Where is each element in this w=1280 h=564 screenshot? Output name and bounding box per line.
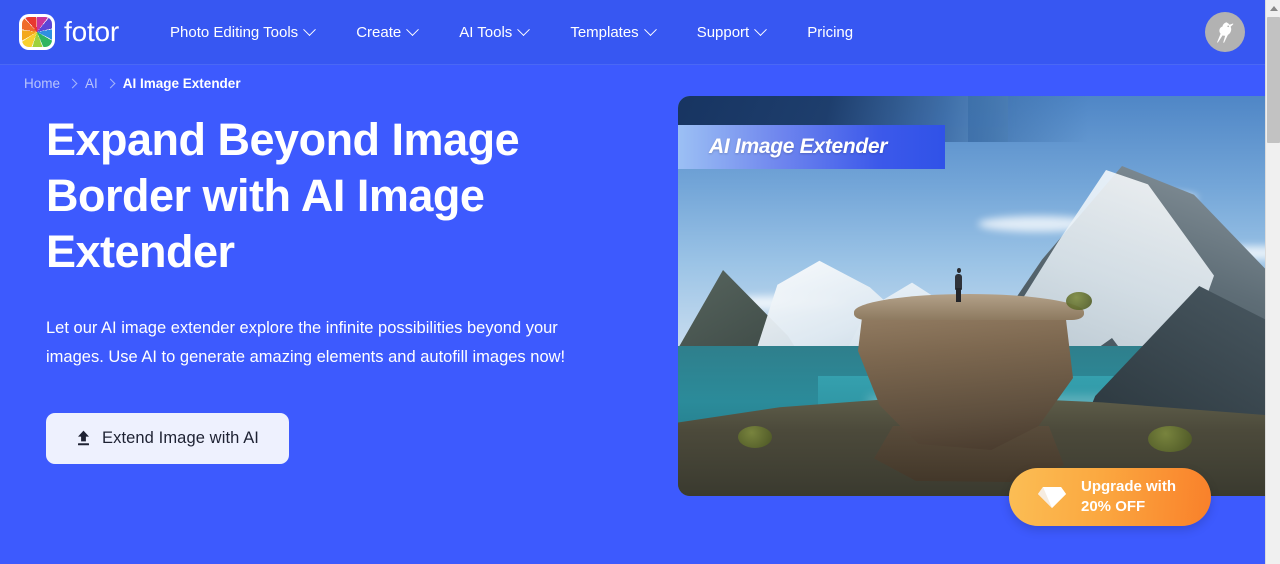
chevron-down-icon	[754, 22, 768, 36]
nav-item-ai-tools[interactable]: AI Tools	[438, 16, 549, 49]
page-title: Expand Beyond Image Border with AI Image…	[46, 114, 520, 277]
nav-item-label: Templates	[570, 23, 639, 41]
diamond-gem-icon	[1038, 487, 1066, 508]
nav-item-support[interactable]: Support	[676, 16, 787, 49]
scrollbar-thumb[interactable]	[1267, 17, 1280, 143]
cta-label: Extend Image with AI	[101, 429, 259, 447]
chevron-down-icon	[517, 22, 531, 36]
chevron-down-icon	[303, 22, 317, 36]
page-canvas: fotor Photo Editing Tools Create AI Tool…	[0, 0, 1265, 564]
top-navigation-bar: fotor Photo Editing Tools Create AI Tool…	[0, 0, 1265, 65]
breadcrumb-item-current: AI Image Extender	[122, 76, 241, 91]
fotor-color-wheel-logo-icon	[19, 14, 55, 50]
hero-subtitle: Let our AI image extender explore the in…	[46, 319, 566, 366]
fotor-logo-link[interactable]: fotor	[19, 14, 119, 50]
breadcrumb-item-ai[interactable]: AI	[85, 76, 98, 91]
breadcrumb-item-home[interactable]: Home	[24, 76, 60, 91]
person-silhouette	[954, 268, 963, 302]
chevron-right-icon	[105, 78, 116, 89]
chevron-right-icon	[67, 78, 78, 89]
nav-item-templates[interactable]: Templates	[549, 16, 675, 49]
nav-item-label: Create	[356, 23, 402, 41]
nav-item-pricing[interactable]: Pricing	[786, 16, 874, 49]
bush-shape	[1148, 426, 1192, 452]
nav-item-label: Pricing	[807, 23, 854, 41]
bush-shape	[738, 426, 772, 448]
hero-image-badge-label: AI Image Extender	[709, 135, 888, 158]
bush-shape	[1066, 292, 1092, 310]
breadcrumb: Home AI AI Image Extender	[24, 76, 241, 91]
nav-item-photo-editing-tools[interactable]: Photo Editing Tools	[149, 16, 335, 49]
nav-item-create[interactable]: Create	[335, 16, 438, 49]
avatar[interactable]	[1205, 12, 1245, 52]
upgrade-promo-button[interactable]: Upgrade with 20% OFF	[1009, 468, 1211, 526]
upgrade-line-2: 20% OFF	[1081, 498, 1146, 515]
vertical-scrollbar[interactable]	[1265, 0, 1280, 564]
bird-avatar-icon	[1217, 22, 1234, 43]
hero-image-badge: AI Image Extender	[678, 125, 945, 169]
nav-menu: Photo Editing Tools Create AI Tools Temp…	[149, 16, 874, 49]
chevron-down-icon	[643, 22, 657, 36]
brand-name: fotor	[64, 16, 120, 47]
hero-image: AI Image Extender	[678, 96, 1265, 496]
upgrade-line-1: Upgrade with	[1081, 478, 1177, 495]
nav-item-label: Support	[696, 23, 750, 41]
extend-image-with-ai-button[interactable]: Extend Image with AI	[46, 413, 289, 464]
nav-item-label: AI Tools	[459, 23, 513, 41]
chevron-down-icon	[406, 22, 420, 36]
upload-arrow-icon	[77, 430, 89, 446]
scroll-up-arrow-icon[interactable]	[1266, 0, 1280, 16]
hero-copy: Expand Beyond Image Border with AI Image…	[46, 112, 626, 464]
nav-item-label: Photo Editing Tools	[170, 23, 299, 41]
